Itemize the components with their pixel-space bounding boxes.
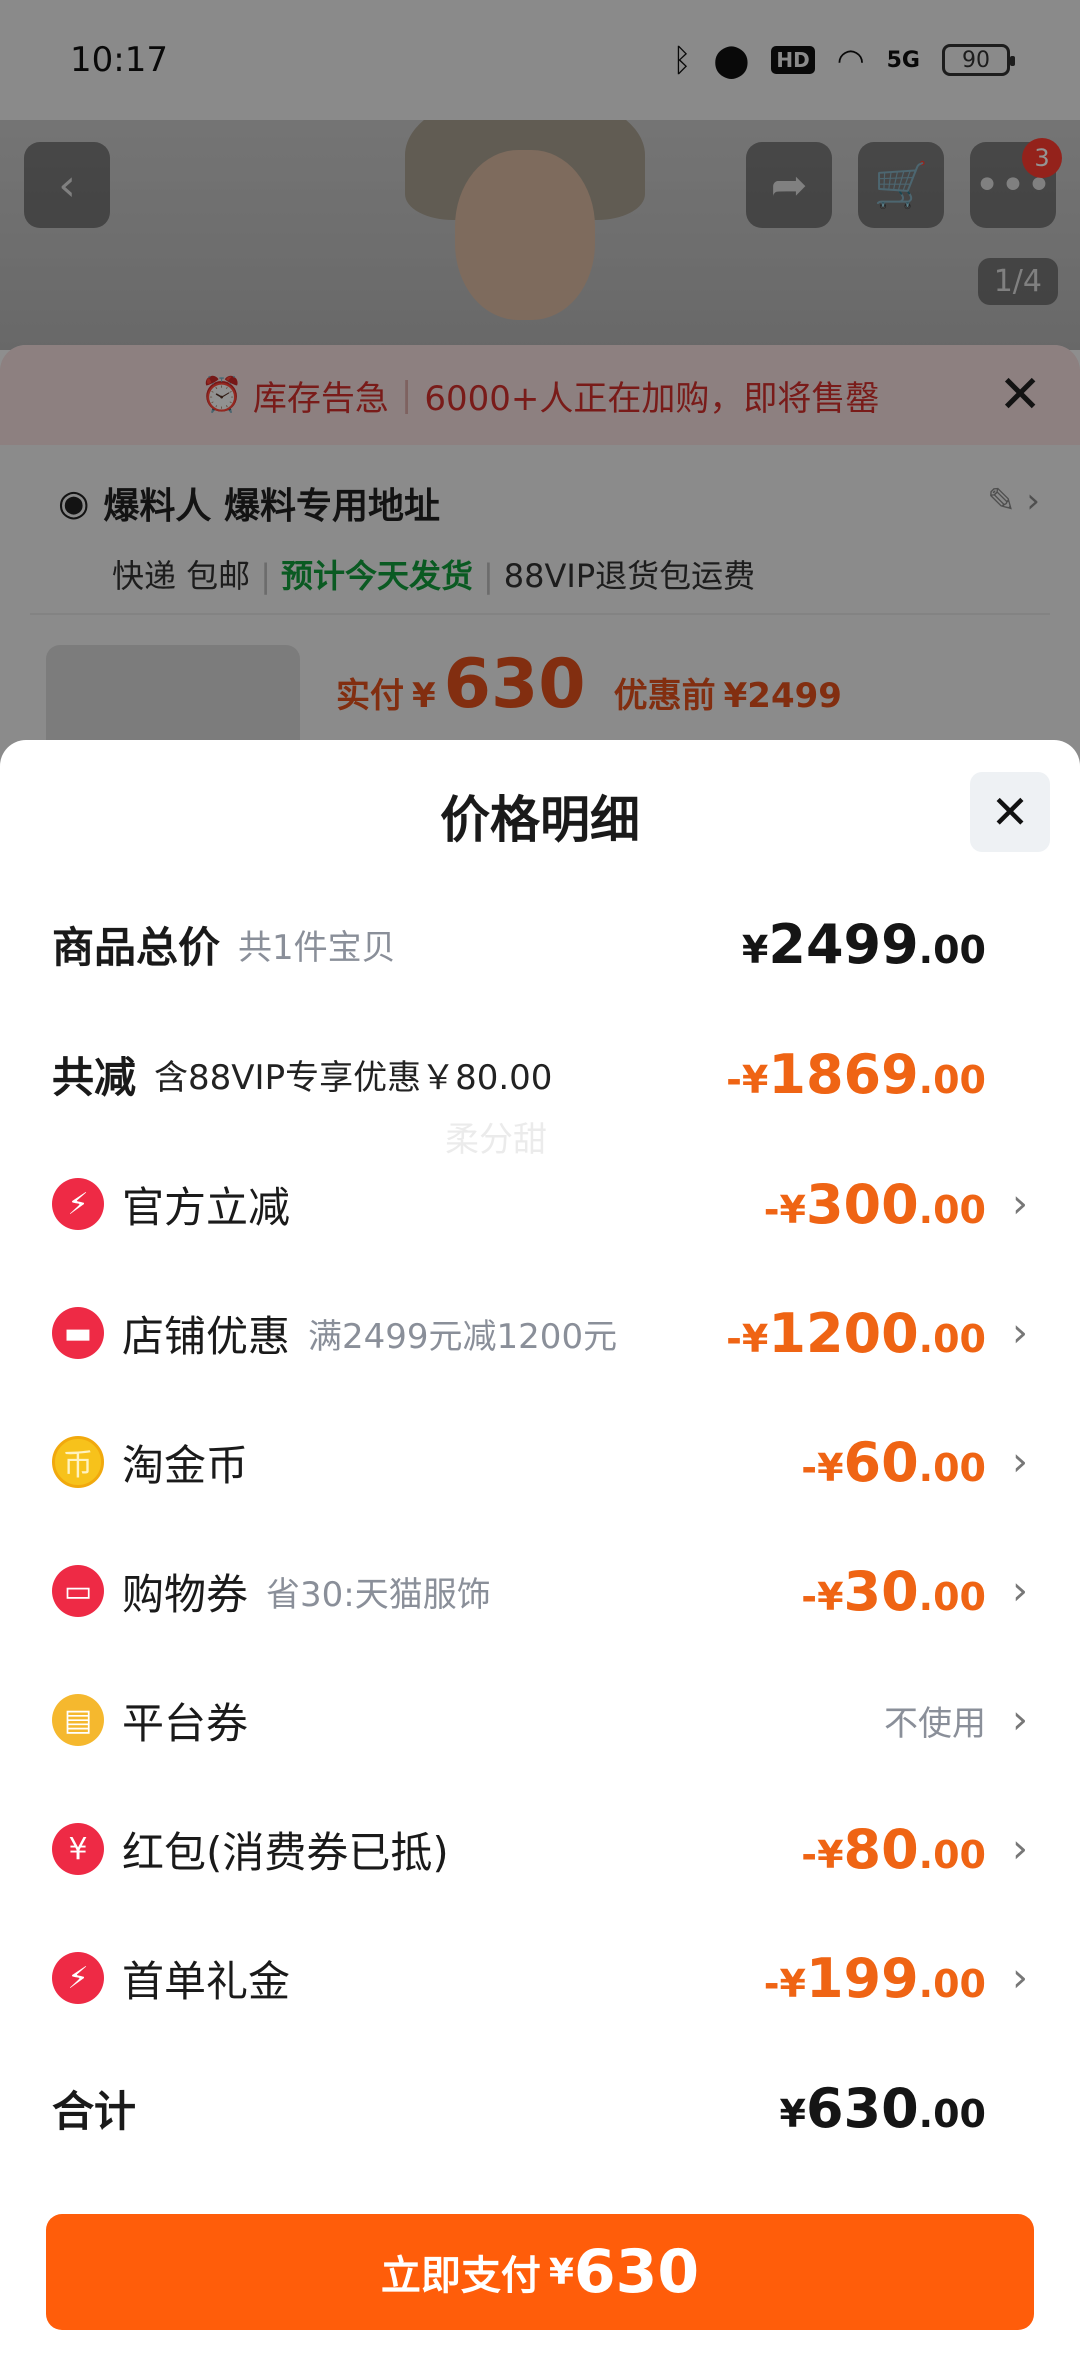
pay-now-amount: 630 bbox=[573, 2237, 700, 2307]
lightning-icon: ⚡ bbox=[52, 1178, 104, 1230]
discount-label: 平台券 bbox=[122, 1698, 249, 1748]
chevron-right-icon: › bbox=[1012, 1697, 1028, 1743]
total-goods-row: 商品总价 共1件宝贝 ¥2499.00 bbox=[52, 904, 1028, 984]
chevron-right-icon: › bbox=[1012, 1826, 1028, 1872]
coupon-icon: ▤ bbox=[52, 1694, 104, 1746]
discount-row-shopping-coupon[interactable]: ▭ 购物券 省30:天猫服饰 -¥ 30.00 › bbox=[52, 1551, 1028, 1631]
discount-label: 红包(消费券已抵) bbox=[122, 1827, 449, 1877]
watermark: 柔分甜 bbox=[445, 1120, 547, 1160]
sheet-title: 价格明细 bbox=[440, 791, 640, 849]
lightning-icon: ⚡ bbox=[52, 1952, 104, 2004]
close-icon: ✕ bbox=[990, 785, 1030, 839]
discount-row-coins[interactable]: 币 淘金币 -¥ 60.00 › bbox=[52, 1422, 1028, 1502]
total-discount-row: 共减 含88VIP专享优惠￥80.00 -¥ 1869.00 bbox=[52, 1034, 1028, 1114]
discount-label: 店铺优惠 bbox=[122, 1311, 291, 1361]
discount-row-store[interactable]: ▬ 店铺优惠 满2499元减1200元 -¥ 1200.00 › bbox=[52, 1293, 1028, 1373]
gold-coin-icon: 币 bbox=[52, 1436, 104, 1488]
red-packet-icon: ¥ bbox=[52, 1823, 104, 1875]
chevron-right-icon: › bbox=[1012, 1181, 1028, 1227]
discount-amount: -¥ 80.00 bbox=[801, 1817, 986, 1881]
discount-amount: -¥ 300.00 bbox=[763, 1172, 986, 1236]
total-goods-label: 商品总价 bbox=[52, 922, 221, 972]
discount-row-first-order[interactable]: ⚡ 首单礼金 -¥ 199.00 › bbox=[52, 1938, 1028, 2018]
grand-total-amount: ¥630.00 bbox=[779, 2076, 986, 2140]
store-icon: ▬ bbox=[52, 1307, 104, 1359]
discount-note: 满2499元减1200元 bbox=[308, 1316, 618, 1357]
discount-label: 首单礼金 bbox=[122, 1956, 291, 2006]
discount-label: 淘金币 bbox=[122, 1440, 249, 1490]
ticket-icon: ▭ bbox=[52, 1565, 104, 1617]
chevron-right-icon: › bbox=[1012, 1955, 1028, 2001]
total-goods-count: 共1件宝贝 bbox=[238, 927, 396, 968]
grand-total-label: 合计 bbox=[52, 2086, 137, 2136]
total-goods-amount: ¥2499.00 bbox=[741, 912, 986, 976]
total-discount-label: 共减 bbox=[52, 1052, 137, 1102]
chevron-right-icon: › bbox=[1012, 1310, 1028, 1356]
pay-now-label: 立即支付 bbox=[380, 2253, 541, 2299]
chevron-right-icon: › bbox=[1012, 1568, 1028, 1614]
pay-now-button[interactable]: 立即支付 ¥ 630 bbox=[46, 2214, 1034, 2330]
coupon-status: 不使用 bbox=[884, 1703, 986, 1744]
pay-now-currency: ¥ bbox=[548, 2251, 574, 2293]
discount-row-official[interactable]: ⚡ 官方立减 -¥ 300.00 › bbox=[52, 1164, 1028, 1244]
price-detail-sheet: 价格明细 ✕ 柔分甜 商品总价 共1件宝贝 ¥2499.00 共减 含88VIP… bbox=[0, 740, 1080, 2376]
discount-amount: -¥ 1200.00 bbox=[726, 1301, 986, 1365]
total-discount-amount: -¥ 1869.00 bbox=[726, 1042, 986, 1106]
discount-note: 省30:天猫服饰 bbox=[266, 1574, 491, 1615]
total-discount-note: 含88VIP专享优惠￥80.00 bbox=[154, 1057, 553, 1098]
discount-row-platform-coupon[interactable]: ▤ 平台券 不使用 › bbox=[52, 1680, 1028, 1760]
chevron-right-icon: › bbox=[1012, 1439, 1028, 1485]
discount-label: 官方立减 bbox=[122, 1182, 291, 1232]
discount-amount: -¥ 60.00 bbox=[801, 1430, 986, 1494]
close-sheet-button[interactable]: ✕ bbox=[970, 772, 1050, 852]
grand-total-row: 合计 ¥630.00 bbox=[52, 2068, 1028, 2148]
discount-row-red-packet[interactable]: ¥ 红包(消费券已抵) -¥ 80.00 › bbox=[52, 1809, 1028, 1889]
discount-label: 购物券 bbox=[122, 1569, 249, 1619]
discount-amount: -¥ 199.00 bbox=[763, 1946, 986, 2010]
discount-amount: -¥ 30.00 bbox=[801, 1559, 986, 1623]
